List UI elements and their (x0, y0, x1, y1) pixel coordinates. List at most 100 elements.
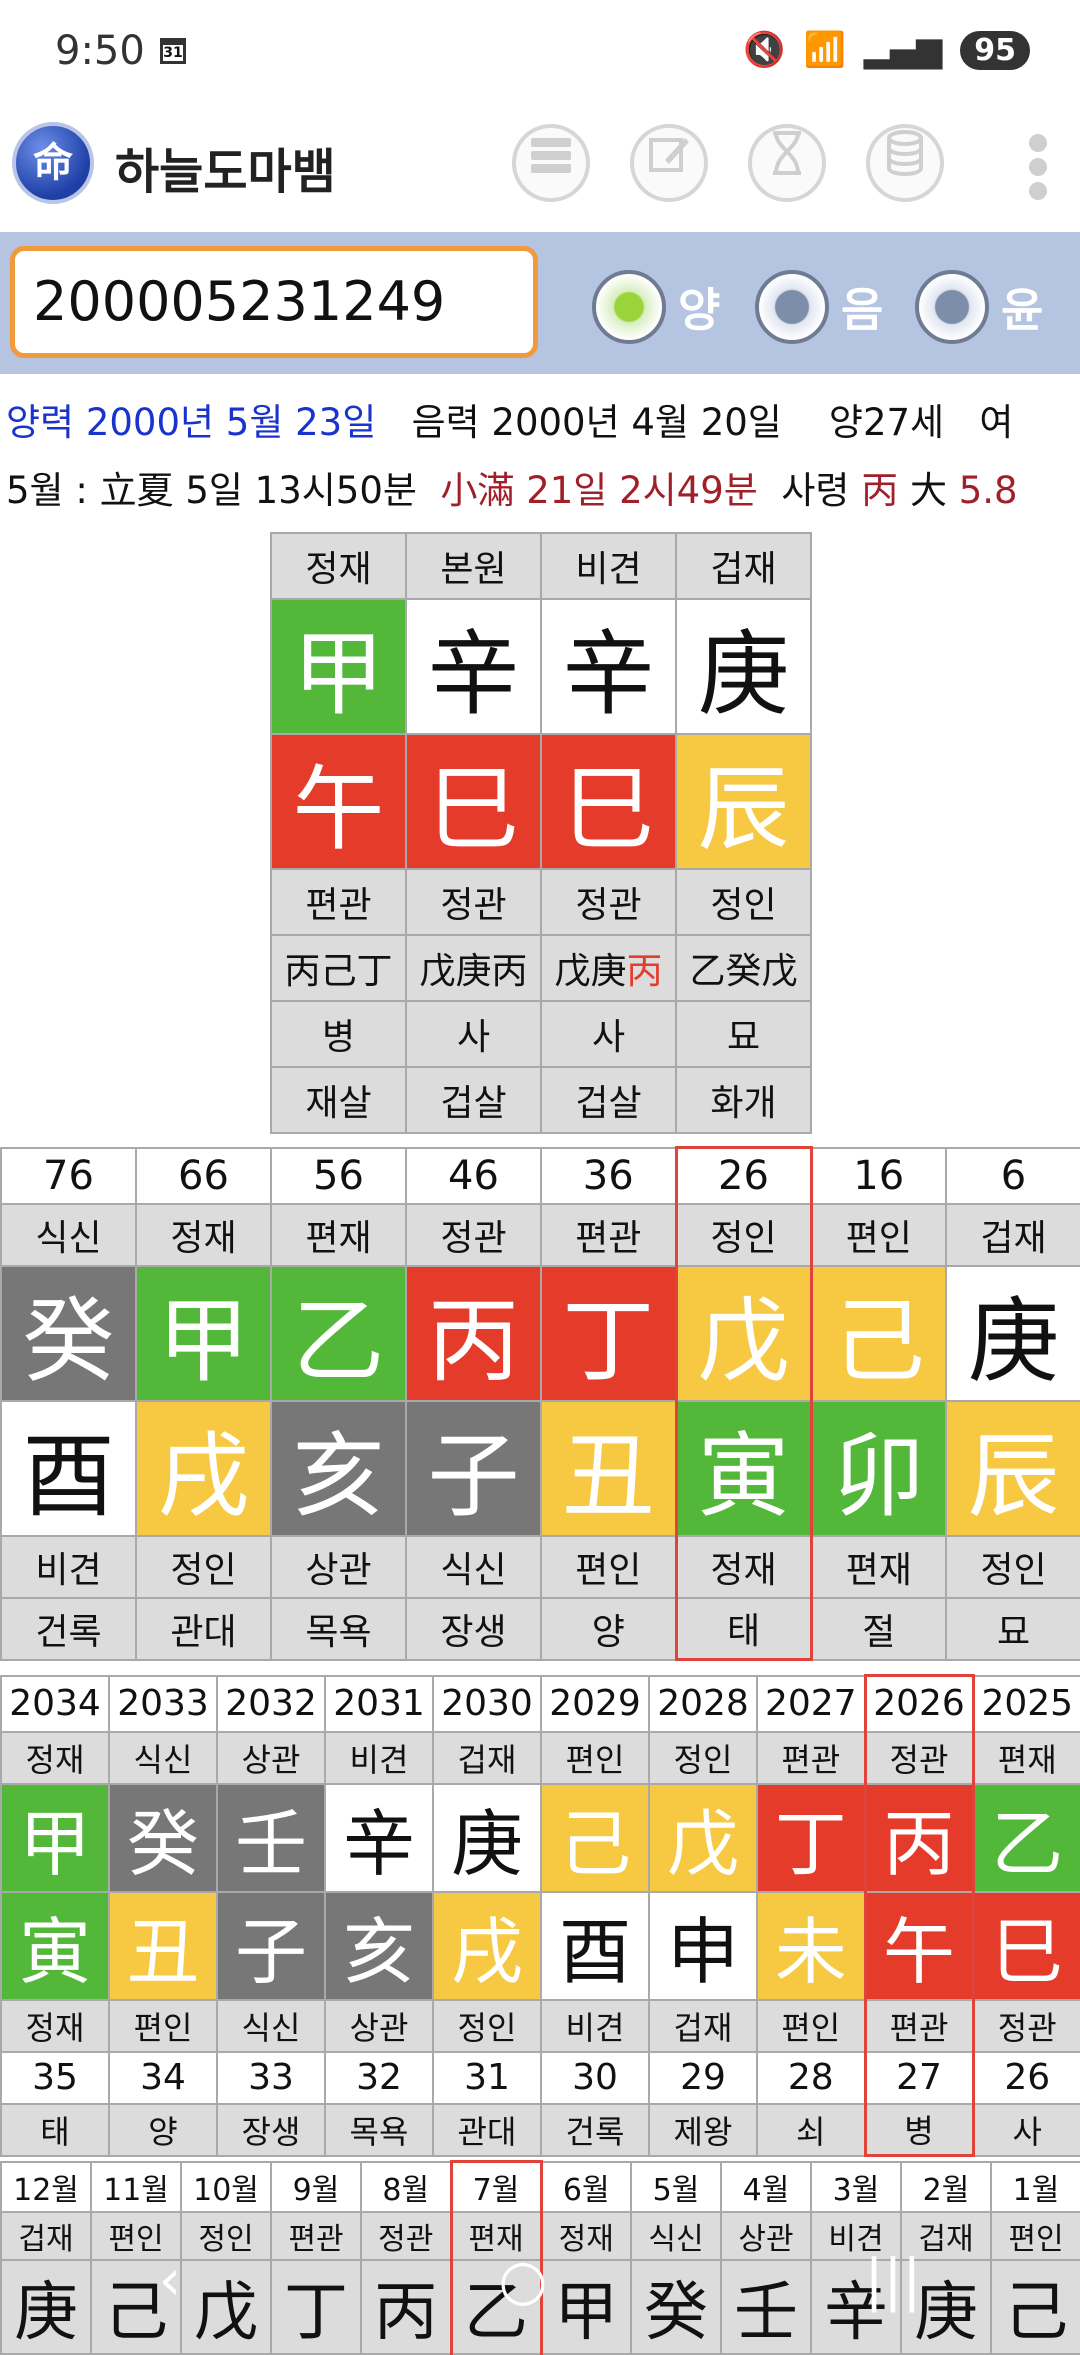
radio-lunar-indicator[interactable] (755, 270, 829, 344)
month-label[interactable]: 9월 (270, 2160, 362, 2213)
year-number[interactable]: 2026 (863, 1674, 975, 1733)
age: 양27세 (828, 401, 945, 444)
month-label[interactable]: 8월 (360, 2160, 452, 2213)
year-branch[interactable]: 丑 (108, 1890, 218, 2001)
mute-icon: 🔇 (743, 30, 786, 70)
daeun-age[interactable]: 26 (674, 1146, 813, 1205)
daeun-age[interactable]: 36 (540, 1146, 677, 1205)
app-title: 하늘도마뱀 (115, 144, 336, 200)
radio-leap-label: 윤 (1001, 283, 1044, 337)
daeun-stem[interactable]: 丙 (405, 1264, 542, 1402)
daeun-stem[interactable]: 庚 (945, 1264, 1080, 1402)
year-stem[interactable]: 辛 (324, 1782, 434, 1893)
database-button[interactable] (866, 124, 944, 202)
month-label[interactable]: 3월 (810, 2160, 902, 2213)
year-number[interactable]: 2029 (540, 1674, 650, 1733)
year-stem[interactable]: 乙 (972, 1782, 1080, 1893)
pillar-sinsal: 재살 (270, 1066, 407, 1134)
year-branch[interactable]: 寅 (0, 1890, 110, 2001)
daeun-stem[interactable]: 癸 (0, 1264, 137, 1402)
year-stem[interactable]: 癸 (108, 1782, 218, 1893)
pillar-stage: 사 (540, 1000, 677, 1068)
daeun-branch[interactable]: 戌 (135, 1399, 272, 1537)
year-age: 27 (863, 2050, 975, 2105)
daeun-age[interactable]: 56 (270, 1146, 407, 1205)
daeun-age[interactable]: 76 (0, 1146, 137, 1205)
year-stem[interactable]: 丁 (756, 1782, 866, 1893)
year-age: 30 (540, 2050, 650, 2105)
radio-solar[interactable]: 양 (592, 270, 720, 344)
year-stem[interactable]: 壬 (216, 1782, 326, 1893)
year-age: 32 (324, 2050, 434, 2105)
year-age: 33 (216, 2050, 326, 2105)
month-label[interactable]: 4월 (720, 2160, 812, 2213)
year-branch[interactable]: 子 (216, 1890, 326, 2001)
month-label[interactable]: 2월 (900, 2160, 992, 2213)
month-label[interactable]: 5월 (630, 2160, 722, 2213)
year-branch[interactable]: 亥 (324, 1890, 434, 2001)
year-branch[interactable]: 巳 (972, 1890, 1080, 2001)
year-number[interactable]: 2030 (432, 1674, 542, 1733)
month-label[interactable]: 1월 (990, 2160, 1080, 2213)
daeun-stem[interactable]: 戊 (674, 1264, 813, 1402)
year-branch[interactable]: 酉 (540, 1890, 650, 2001)
radio-leap[interactable]: 윤 (915, 270, 1043, 344)
year-number[interactable]: 2033 (108, 1674, 218, 1733)
daeun-branch[interactable]: 寅 (674, 1399, 813, 1537)
daeun-age[interactable]: 6 (945, 1146, 1080, 1205)
year-branch[interactable]: 午 (863, 1890, 975, 2001)
year-branch[interactable]: 申 (648, 1890, 758, 2001)
daeun-stage: 묘 (945, 1596, 1080, 1661)
daeun-branch[interactable]: 酉 (0, 1399, 137, 1537)
pillar-hidden-stems: 丙己丁 (270, 934, 407, 1002)
more-menu-icon[interactable] (1026, 128, 1050, 206)
year-stem[interactable]: 丙 (863, 1782, 975, 1893)
year-stem[interactable]: 己 (540, 1782, 650, 1893)
radio-leap-indicator[interactable] (915, 270, 989, 344)
daeun-age[interactable]: 46 (405, 1146, 542, 1205)
back-button[interactable]: ‹ (159, 2248, 181, 2313)
year-number[interactable]: 2034 (0, 1674, 110, 1733)
daeun-branch[interactable]: 丑 (540, 1399, 677, 1537)
year-number[interactable]: 2027 (756, 1674, 866, 1733)
year-branch[interactable]: 未 (756, 1890, 866, 2001)
daeun-stem[interactable]: 己 (810, 1264, 947, 1402)
timer-button[interactable] (748, 124, 826, 202)
pillar-sinsal: 겁살 (405, 1066, 542, 1134)
lunar-date: 음력 2000년 4월 20일 (411, 401, 782, 444)
list-button[interactable] (512, 124, 590, 202)
month-label[interactable]: 11월 (90, 2160, 182, 2213)
recents-button[interactable]: ||| (865, 2248, 922, 2313)
birth-datetime-input[interactable]: 200005231249 (10, 246, 538, 358)
daeun-branch[interactable]: 辰 (945, 1399, 1080, 1537)
yearly-fortune-table: 2034 2033 2032 2031 2030 2029 2028 2027 2026 2025… (0, 1674, 1080, 2157)
year-stem[interactable]: 庚 (432, 1782, 542, 1893)
edit-button[interactable] (630, 124, 708, 202)
year-number[interactable]: 2031 (324, 1674, 434, 1733)
daeun-age[interactable]: 16 (810, 1146, 947, 1205)
pillar-stem: 庚 (675, 598, 812, 735)
daeun-branch[interactable]: 卯 (810, 1399, 947, 1537)
year-stem[interactable]: 戊 (648, 1782, 758, 1893)
daeun-age[interactable]: 66 (135, 1146, 272, 1205)
year-number[interactable]: 2025 (972, 1674, 1080, 1733)
daeun-branch[interactable]: 子 (405, 1399, 542, 1537)
month-label[interactable]: 6월 (540, 2160, 632, 2213)
year-stage: 제왕 (648, 2102, 758, 2157)
radio-lunar[interactable]: 음 (755, 270, 883, 344)
year-bottom-label: 정관 (972, 1998, 1080, 2053)
year-branch[interactable]: 戌 (432, 1890, 542, 2001)
year-bottom-label: 식신 (216, 1998, 326, 2053)
daeun-branch[interactable]: 亥 (270, 1399, 407, 1537)
daeun-stem[interactable]: 乙 (270, 1264, 407, 1402)
year-number[interactable]: 2028 (648, 1674, 758, 1733)
month-label[interactable]: 10월 (180, 2160, 272, 2213)
year-number[interactable]: 2032 (216, 1674, 326, 1733)
month-label[interactable]: 7월 (449, 2160, 543, 2213)
daeun-stem[interactable]: 甲 (135, 1264, 272, 1402)
radio-solar-indicator[interactable] (592, 270, 666, 344)
year-stem[interactable]: 甲 (0, 1782, 110, 1893)
daeun-stem[interactable]: 丁 (540, 1264, 677, 1402)
month-label[interactable]: 12월 (0, 2160, 92, 2213)
home-button[interactable]: ○ (498, 2248, 547, 2313)
